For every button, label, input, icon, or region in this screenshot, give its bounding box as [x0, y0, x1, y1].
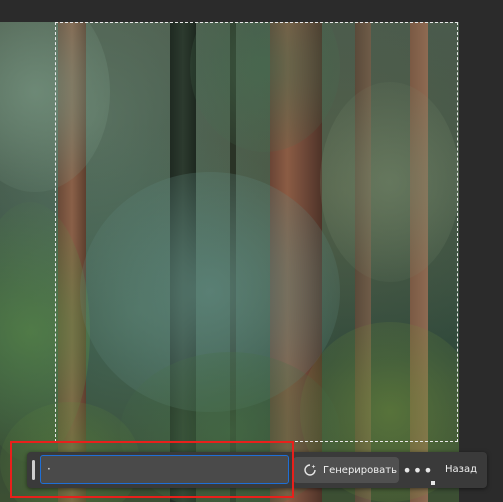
more-options-icon[interactable]: ••• — [402, 459, 432, 481]
back-button[interactable]: Назад — [439, 459, 483, 481]
generate-sparkle-icon — [304, 464, 316, 476]
drag-handle[interactable] — [32, 460, 35, 480]
generative-fill-prompt-input[interactable]: · — [40, 455, 289, 484]
forest-photo — [0, 22, 459, 502]
contextual-task-bar: · Генерировать ••• Назад — [27, 452, 487, 488]
generate-button-label: Генерировать — [323, 464, 397, 476]
generate-button[interactable]: Генерировать — [293, 457, 399, 483]
cursor-indicator — [431, 481, 435, 485]
document-canvas[interactable] — [0, 0, 503, 502]
